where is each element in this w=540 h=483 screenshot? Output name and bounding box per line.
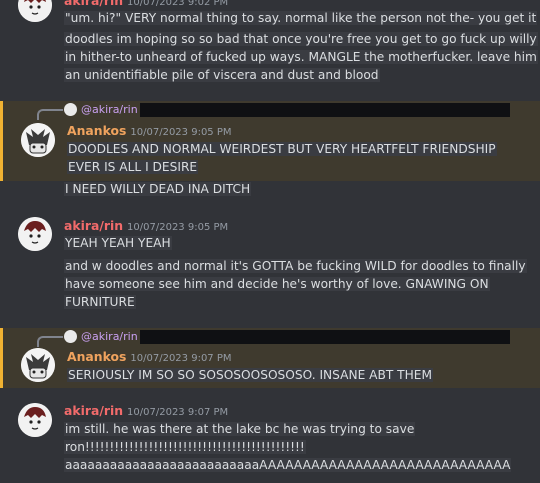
redacted-reply-preview (140, 330, 510, 344)
message-group-mention: @akira/rin Anankos 10/07/2023 9:05 PM DOO… (0, 101, 540, 181)
message-text: YEAH YEAH YEAH (64, 236, 172, 250)
message-text: aaaaaaaaaaaaaaaaaaaaaaaaaaAAAAAAAAAAAAAA… (64, 458, 512, 472)
reply-mention[interactable]: @akira/rin (81, 330, 138, 343)
reply-avatar (64, 103, 77, 116)
reply-connector (37, 109, 63, 120)
message-author[interactable]: akira/rin (64, 0, 123, 8)
message-timestamp: 10/07/2023 9:07 PM (127, 407, 229, 418)
message-text: DOODLES AND NORMAL WEIRDEST BUT VERY HEA… (67, 142, 497, 156)
message-text: in hither-to unheard of fucked up ways. … (64, 50, 538, 64)
avatar-akira-icon (18, 0, 52, 22)
message-group: akira/rin 10/07/2023 9:02 PM "um. hi?" VE… (0, 0, 540, 86)
reply-mention[interactable]: @akira/rin (81, 103, 138, 116)
message-author[interactable]: Anankos (67, 349, 126, 364)
avatar-akira-icon (18, 403, 52, 437)
message-text: and w doodles and normal it's GOTTA be f… (64, 259, 527, 273)
message-text: have someone see him and decide he's wor… (64, 277, 490, 291)
avatar-anankos-icon (21, 348, 55, 382)
message-text: ron!!!!!!!!!!!!!!!!!!!!!!!!!!!!!!!!!!!!!… (64, 440, 306, 454)
message-author[interactable]: akira/rin (64, 403, 123, 418)
reply-avatar (64, 330, 77, 343)
message-text: EVER IS ALL I DESIRE (67, 160, 199, 174)
message-author[interactable]: akira/rin (64, 218, 123, 233)
message-timestamp: 10/07/2023 9:05 PM (127, 222, 229, 233)
message-text: im still. he was there at the lake bc he… (64, 422, 416, 436)
redacted-reply-preview (140, 103, 510, 117)
message-text: an unidentifiable pile of viscera and du… (64, 68, 380, 82)
message-text: SERIOUSLY IM SO SO SOSOSOOSOSOSO. INSANE… (67, 368, 433, 382)
message-author[interactable]: Anankos (67, 123, 126, 138)
message-timestamp: 10/07/2023 9:02 PM (127, 0, 229, 8)
avatar[interactable] (18, 0, 52, 22)
reply-connector (37, 336, 63, 347)
message-group-mention: @akira/rin Anankos 10/07/2023 9:07 PM SER… (0, 328, 540, 388)
message-text: I NEED WILLY DEAD INA DITCH (64, 182, 252, 196)
avatar[interactable] (21, 123, 55, 157)
avatar[interactable] (18, 403, 52, 437)
avatar[interactable] (21, 348, 55, 382)
message-timestamp: 10/07/2023 9:07 PM (130, 353, 232, 364)
message-text: FURNITURE (64, 295, 136, 309)
avatar-akira-icon (18, 217, 52, 251)
message-timestamp: 10/07/2023 9:05 PM (130, 127, 232, 138)
message-text: doodles im hoping so so bad that once yo… (64, 32, 538, 46)
avatar[interactable] (18, 217, 52, 251)
message-text: "um. hi?" VERY normal thing to say. norm… (64, 11, 538, 25)
avatar-anankos-icon (21, 123, 55, 157)
